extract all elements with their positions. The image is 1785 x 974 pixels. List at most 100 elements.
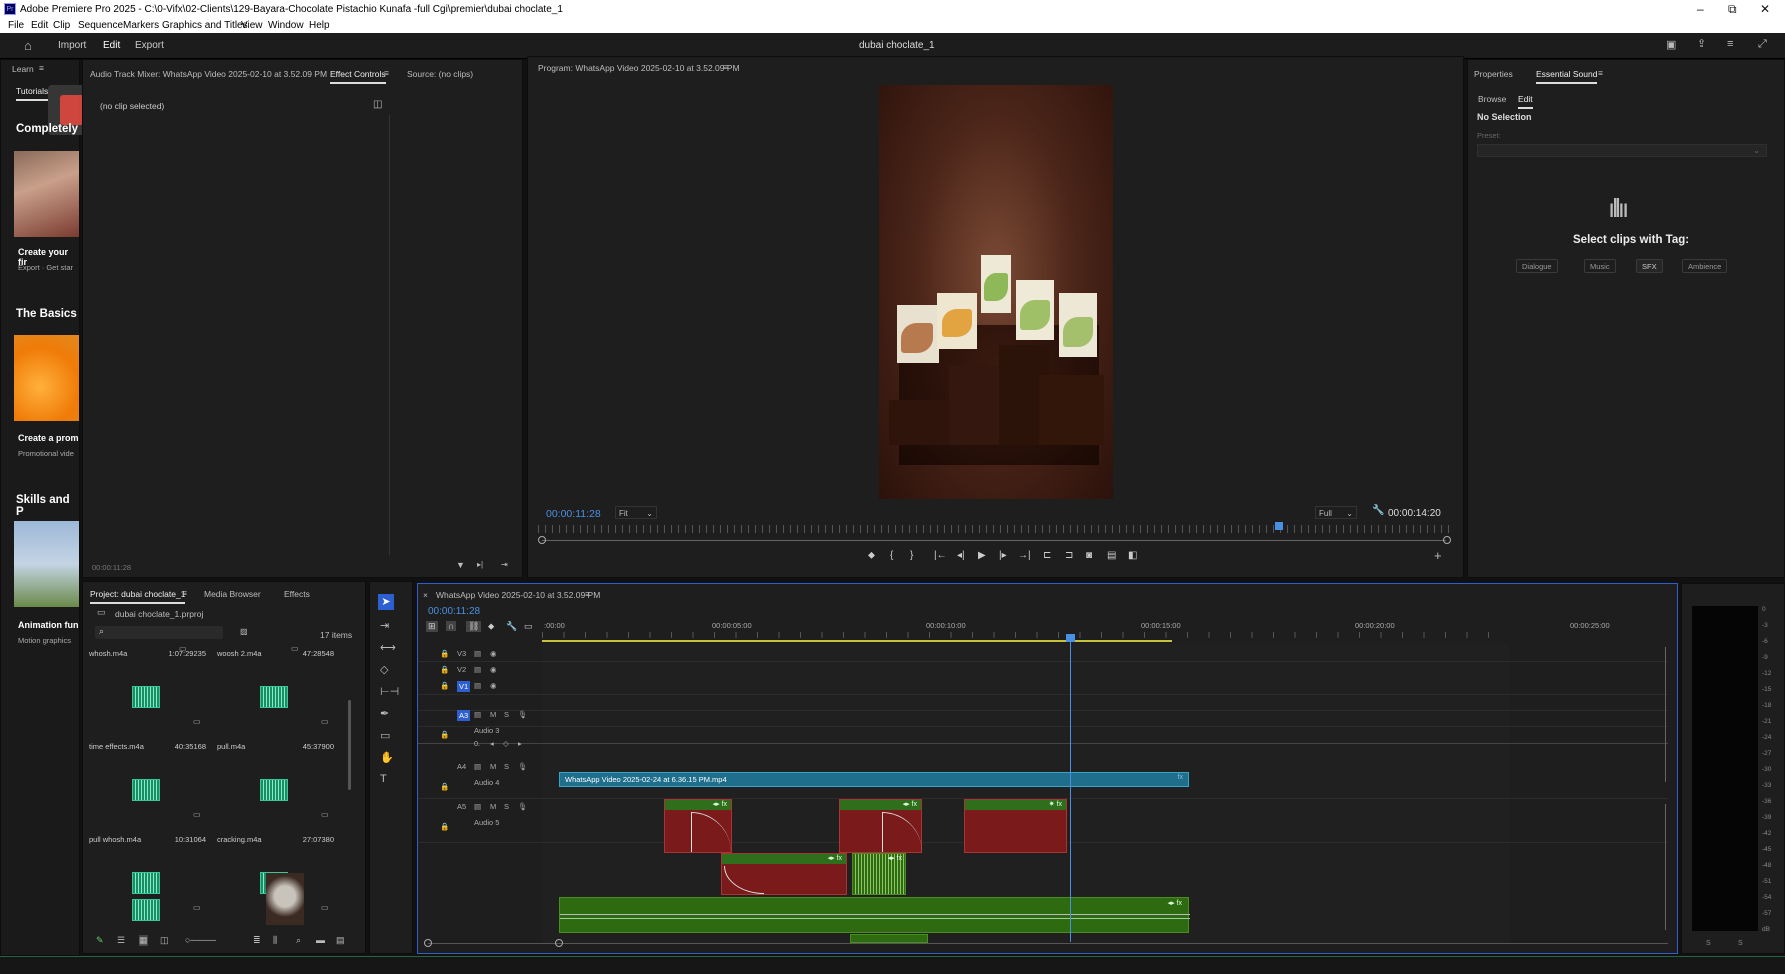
marker-icon[interactable]: ⬥: [488, 621, 494, 632]
audio-clip-a3-3[interactable]: ✷ fx: [964, 799, 1067, 853]
timeline-playhead[interactable]: [1070, 636, 1071, 942]
tab-media-browser[interactable]: Media Browser: [204, 589, 261, 599]
next-keyframe-icon[interactable]: ▸: [518, 739, 522, 748]
audio-clip-a4-1[interactable]: ◂▸ fx: [721, 853, 847, 895]
vertical-scrollbar-top[interactable]: [1665, 647, 1666, 782]
sync-icon[interactable]: ▤: [474, 710, 481, 719]
tab-essential-sound[interactable]: Essential Sound: [1536, 69, 1598, 84]
audio-clip-a3-1[interactable]: ◂▸ fx: [664, 799, 732, 853]
list-view-icon[interactable]: ☰: [117, 935, 125, 946]
solo-button[interactable]: S: [504, 710, 509, 719]
tab-project[interactable]: Project: dubai choclate_1: [90, 589, 186, 604]
tab-source[interactable]: Source: (no clips): [407, 69, 473, 79]
audio-clip-a4-2[interactable]: ◂▸ fx: [852, 853, 906, 895]
menu-file[interactable]: File: [8, 20, 24, 31]
solo-button[interactable]: S: [504, 802, 509, 811]
new-bin-footer-icon[interactable]: ▬: [316, 935, 325, 945]
fit-dropdown[interactable]: Fit ⌄: [615, 506, 657, 519]
track-header-v2[interactable]: 🔒 V2 ▤ ◉: [440, 664, 540, 678]
track-id[interactable]: A4: [457, 762, 466, 771]
tutorial-thumb-3[interactable]: [14, 521, 79, 607]
icon-view-icon[interactable]: ▦: [139, 935, 148, 946]
selection-tool-icon[interactable]: ➤: [378, 594, 394, 610]
comparison-view-icon[interactable]: ◧: [1128, 550, 1137, 561]
tab-edit[interactable]: Edit: [103, 40, 120, 51]
menu-clip[interactable]: Clip: [53, 20, 70, 31]
eye-icon[interactable]: ◉: [490, 649, 497, 658]
rectangle-tool-icon[interactable]: ▭: [380, 729, 390, 742]
mic-icon[interactable]: 🎙: [518, 802, 528, 811]
track-header-a4[interactable]: 🔒 A4 ▤ M S 🎙 Audio 4: [440, 762, 540, 802]
mute-button[interactable]: M: [490, 762, 496, 771]
effect-controls-menu-icon[interactable]: ≡: [384, 68, 389, 78]
add-button-icon[interactable]: +: [1434, 549, 1442, 562]
time-ruler[interactable]: :00:00 00:00:05:00 00:00:10:00 00:00:15:…: [542, 620, 1610, 642]
work-area-bar[interactable]: [542, 640, 1172, 642]
hand-tool-icon[interactable]: ✋: [380, 751, 394, 764]
essential-menu-icon[interactable]: ≡: [1598, 68, 1603, 78]
video-clip[interactable]: WhatsApp Video 2025-02-24 at 6.36.15 PM.…: [559, 772, 1189, 787]
play-audio-icon[interactable]: ▸|: [477, 561, 483, 569]
timeline-settings-icon[interactable]: 🔧: [506, 621, 517, 632]
learn-menu-icon[interactable]: ≡: [39, 63, 44, 73]
prev-keyframe-icon[interactable]: ◂: [490, 739, 494, 748]
track-id[interactable]: V3: [457, 649, 466, 658]
compare-icon[interactable]: ▤: [1107, 550, 1116, 561]
track-id[interactable]: V1: [457, 681, 471, 692]
tab-import[interactable]: Import: [58, 40, 86, 51]
tag-music-button[interactable]: Music: [1584, 259, 1616, 273]
mute-button[interactable]: M: [490, 802, 496, 811]
mute-button[interactable]: M: [490, 710, 496, 719]
menu-sequence[interactable]: Sequence: [78, 20, 123, 31]
timeline-playhead-handle[interactable]: [1066, 634, 1075, 642]
solo-left[interactable]: S: [1706, 940, 1711, 947]
timeline-title[interactable]: WhatsApp Video 2025-02-10 at 3.52.09 PM: [436, 590, 600, 600]
sync-icon[interactable]: ▤: [474, 802, 481, 811]
go-to-in-icon[interactable]: |←: [934, 550, 947, 561]
program-timecode[interactable]: 00:00:11:28: [546, 508, 601, 520]
restore-button[interactable]: ⧉: [1728, 2, 1737, 17]
audio-clip-a5[interactable]: ◂▸ fx: [559, 897, 1190, 933]
close-button[interactable]: ✕: [1760, 2, 1770, 16]
horizontal-scrollbar[interactable]: [428, 943, 1668, 944]
timeline-menu-icon[interactable]: ≡: [585, 589, 590, 599]
go-to-out-icon[interactable]: →|: [1018, 550, 1031, 561]
tab-properties[interactable]: Properties: [1474, 69, 1513, 79]
card2-title[interactable]: Create a prom: [18, 433, 79, 443]
toggle-timeline-icon[interactable]: ◫: [373, 100, 382, 110]
linked-icon[interactable]: ⛓: [466, 621, 482, 632]
fullscreen-icon[interactable]: ⤢: [1758, 39, 1767, 50]
lock-icon[interactable]: 🔒: [440, 730, 449, 739]
ripple-edit-tool-icon[interactable]: ⟷: [380, 641, 396, 654]
lock-icon[interactable]: 🔒: [440, 649, 449, 658]
lock-icon[interactable]: 🔒: [440, 665, 449, 674]
camera-icon[interactable]: ◙: [1086, 550, 1092, 561]
zoom-slider[interactable]: ○────: [185, 935, 216, 945]
track-header-a5[interactable]: 🔒 A5 ▤ M S 🎙 Audio 5: [440, 802, 540, 842]
menu-graphics[interactable]: Graphics and Titles: [162, 20, 248, 31]
tab-audio-track-mixer[interactable]: Audio Track Mixer: WhatsApp Video 2025-0…: [90, 69, 327, 79]
preset-dropdown[interactable]: ⌄: [1477, 144, 1767, 157]
filter-icon[interactable]: ▼: [456, 561, 465, 570]
track-id[interactable]: V2: [457, 665, 466, 674]
menu-edit[interactable]: Edit: [31, 20, 48, 31]
film-icon[interactable]: ▤: [474, 649, 481, 658]
audio-clip-a3-2[interactable]: ◂▸ fx: [839, 799, 922, 853]
card3-title[interactable]: Animation fun: [18, 620, 79, 630]
program-playhead[interactable]: [1275, 522, 1284, 530]
eye-icon[interactable]: ◉: [490, 665, 497, 674]
menu-help[interactable]: Help: [309, 20, 330, 31]
lock-icon[interactable]: 🔒: [440, 822, 449, 831]
play-icon[interactable]: ▶: [978, 550, 986, 561]
add-marker-icon[interactable]: ⬥: [868, 550, 875, 561]
sync-icon[interactable]: ▤: [474, 762, 481, 771]
video-frame[interactable]: [879, 85, 1113, 499]
film-icon[interactable]: ▤: [474, 665, 481, 674]
snap-icon[interactable]: ∩: [446, 621, 457, 631]
step-forward-icon[interactable]: |▸: [999, 550, 1007, 561]
h-scroll-handle-right[interactable]: [555, 939, 563, 947]
new-bin-icon[interactable]: ▨: [240, 628, 248, 636]
program-ruler[interactable]: [538, 525, 1453, 533]
find-icon[interactable]: ⌕: [296, 935, 301, 946]
solo-button[interactable]: S: [504, 762, 509, 771]
